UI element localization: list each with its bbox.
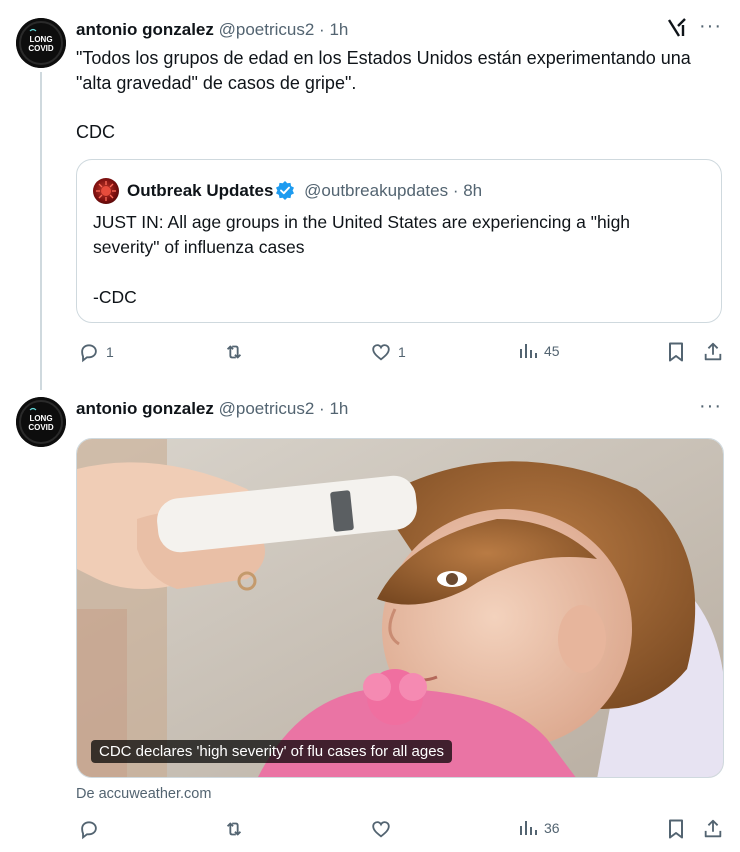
author-name[interactable]: antonio gonzalez	[76, 20, 214, 39]
link-source[interactable]: De accuweather.com	[76, 786, 211, 802]
reply-icon	[81, 821, 97, 840]
media-caption: CDC declares 'high severity' of flu case…	[91, 740, 453, 763]
reply-button[interactable]	[78, 818, 100, 840]
retweet-icon	[226, 345, 242, 359]
separator: ·	[314, 20, 330, 39]
tweet-text: "Todos los grupos de edad en los Estados…	[76, 46, 716, 145]
author-handle[interactable]: @poetricus2	[219, 399, 315, 418]
bookmark-button[interactable]	[666, 818, 686, 840]
share-icon	[704, 342, 722, 361]
views-count: 45	[544, 343, 560, 359]
share-button[interactable]	[702, 818, 724, 840]
more-options-icon[interactable]: ···	[699, 15, 722, 38]
avatar-text-bottom: COVID	[28, 423, 54, 432]
author-handle[interactable]: @poetricus2	[219, 20, 315, 39]
tweet-1[interactable]: LONG COVID antonio gonzalez @poetricus2 …	[0, 0, 740, 380]
retweet-icon	[226, 822, 242, 836]
heart-icon	[372, 821, 390, 838]
avatar-text-top: LONG	[29, 414, 52, 423]
retweet-button[interactable]	[222, 818, 246, 840]
tweet-header: antonio gonzalez @poetricus2 · 1h	[76, 20, 348, 40]
verified-badge-icon	[275, 180, 295, 205]
avatar-text-bottom: COVID	[28, 44, 54, 53]
views-button[interactable]: 45	[518, 341, 560, 361]
avatar-text-top: LONG	[29, 35, 52, 44]
bookmark-icon	[669, 342, 683, 362]
bookmark-icon	[669, 819, 683, 839]
views-button[interactable]: 36	[518, 818, 560, 838]
quoted-timestamp[interactable]: 8h	[463, 181, 482, 200]
timestamp[interactable]: 1h	[329, 20, 348, 39]
heart-icon	[372, 344, 390, 361]
quoted-header: Outbreak Updates @outbreakupdates · 8h	[127, 180, 482, 205]
tweet-text-line: CDC	[76, 122, 115, 142]
views-count: 36	[544, 820, 560, 836]
avatar[interactable]: LONG COVID	[16, 18, 66, 68]
quoted-avatar[interactable]	[93, 178, 119, 204]
separator: ·	[448, 181, 464, 200]
reply-icon	[81, 344, 97, 363]
like-button[interactable]: 1	[370, 341, 406, 363]
share-icon	[704, 819, 722, 838]
timestamp[interactable]: 1h	[329, 399, 348, 418]
views-icon	[520, 344, 537, 358]
article-image	[77, 439, 723, 777]
quoted-tweet[interactable]: Outbreak Updates @outbreakupdates · 8h J…	[76, 159, 722, 323]
share-button[interactable]	[702, 341, 724, 363]
more-options-icon[interactable]: ···	[699, 395, 722, 418]
action-bar: 36	[76, 818, 726, 846]
views-icon	[520, 821, 537, 835]
tweet-text-line: "Todos los grupos de edad en los Estados…	[76, 48, 691, 68]
quoted-text-line: JUST IN: All age groups in the United St…	[93, 212, 631, 232]
like-button[interactable]	[370, 818, 392, 840]
avatar[interactable]: LONG COVID	[16, 397, 66, 447]
quoted-text: JUST IN: All age groups in the United St…	[93, 210, 693, 310]
reply-button[interactable]: 1	[78, 341, 114, 363]
retweet-button[interactable]	[222, 341, 246, 363]
quoted-author-name[interactable]: Outbreak Updates	[127, 181, 273, 200]
author-name[interactable]: antonio gonzalez	[76, 399, 214, 418]
quoted-text-line: -CDC	[93, 287, 137, 307]
bookmark-button[interactable]	[666, 341, 686, 363]
separator: ·	[314, 399, 330, 418]
reply-count: 1	[106, 344, 114, 360]
action-bar: 1 1 45	[76, 341, 726, 369]
tweet-header: antonio gonzalez @poetricus2 · 1h	[76, 399, 348, 419]
quoted-text-line: severity" of influenza cases	[93, 237, 305, 257]
tweet-text-line: "alta gravedad" de casos de gripe".	[76, 73, 357, 93]
grok-icon[interactable]	[666, 17, 688, 44]
like-count: 1	[398, 344, 406, 360]
quoted-author-handle[interactable]: @outbreakupdates	[304, 181, 448, 200]
link-card-media[interactable]: CDC declares 'high severity' of flu case…	[76, 438, 724, 778]
